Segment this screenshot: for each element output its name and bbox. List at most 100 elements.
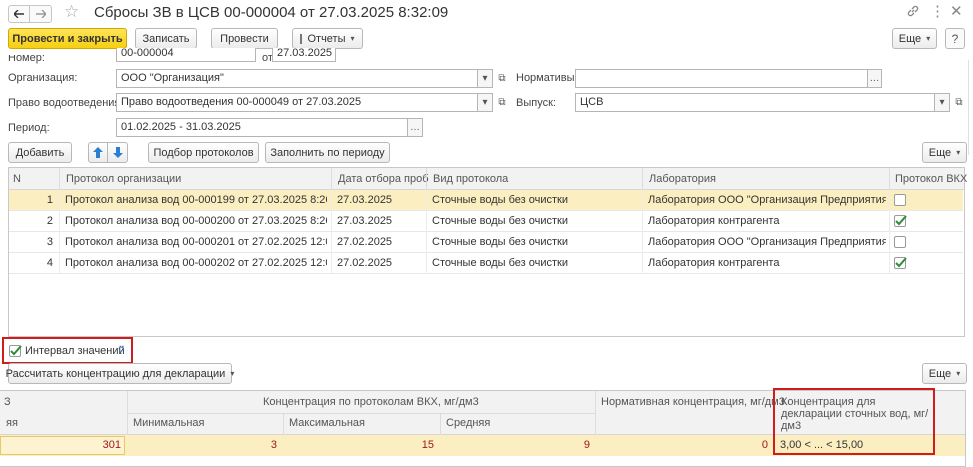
- reports-label: Отчеты: [307, 32, 346, 45]
- col-lab-header[interactable]: Лаборатория: [649, 173, 716, 185]
- cell-lab: Лаборатория ООО "Организация Предприятия…: [648, 236, 886, 248]
- more-menu-icon[interactable]: ⋮: [930, 2, 945, 20]
- link-icon[interactable]: [906, 4, 920, 21]
- right-label: Право водоотведения:: [8, 97, 124, 109]
- table-row[interactable]: 3 Протокол анализа вод 00-000201 от 27.02…: [9, 232, 963, 253]
- org-open-button[interactable]: ⧉: [494, 69, 510, 88]
- col-divider: [642, 190, 643, 274]
- decl-highlight: [773, 388, 935, 455]
- norm-select-button[interactable]: …: [867, 69, 882, 88]
- release-field[interactable]: ЦСВ: [575, 93, 935, 112]
- nav-back-button[interactable]: [8, 5, 30, 23]
- col-divider: [426, 190, 427, 274]
- help-button[interactable]: ?: [945, 28, 965, 49]
- conc-max-value: 15: [421, 439, 434, 451]
- col-divider: [331, 190, 332, 274]
- col-vkh-header[interactable]: Протокол ВКХ: [895, 173, 967, 185]
- reports-icon: [300, 33, 303, 44]
- conc-avg-header[interactable]: Средняя: [446, 417, 490, 429]
- table-row[interactable]: 2 Протокол анализа вод 00-000200 от 27.03…: [9, 211, 963, 232]
- right-dropdown-button[interactable]: ▾: [477, 93, 493, 112]
- move-up-button[interactable]: [88, 142, 108, 163]
- period-label: Период:: [8, 122, 50, 134]
- conc-norm-value: 0: [761, 439, 768, 451]
- post-and-close-button[interactable]: Провести и закрыть: [8, 28, 127, 49]
- col-divider: [331, 168, 332, 190]
- cell-lab: Лаборатория ООО "Организация Предприятия…: [648, 194, 886, 206]
- conc-left-header-bottom[interactable]: яя: [6, 417, 18, 429]
- number-field[interactable]: 00-000004: [116, 48, 256, 62]
- protocols-header: N Протокол организации Дата отбора проб …: [9, 168, 967, 190]
- table-row[interactable]: 1 Протокол анализа вод 00-000199 от 27.03…: [9, 190, 963, 211]
- release-label: Выпуск:: [516, 97, 556, 109]
- arrow-up-icon: [93, 147, 103, 158]
- checkmark-icon: [10, 345, 22, 356]
- col-n-header[interactable]: N: [13, 173, 21, 185]
- interval-help-icon[interactable]: ?: [118, 345, 124, 357]
- norm-field[interactable]: [575, 69, 868, 88]
- cell-type: Сточные воды без очистки: [432, 215, 568, 227]
- arrow-down-icon: [112, 147, 123, 158]
- col-divider: [642, 168, 643, 190]
- cell-date: 27.02.2025: [337, 257, 393, 269]
- proto-more-button[interactable]: Еще ▾: [922, 142, 967, 163]
- col-date-header[interactable]: Дата отбора проб: [338, 173, 429, 185]
- calc-label: Рассчитать концентрацию для декларации: [5, 367, 226, 380]
- cell-lab: Лаборатория контрагента: [648, 257, 780, 269]
- cell-date: 27.03.2025: [337, 194, 393, 206]
- conc-norm-header[interactable]: Нормативная концентрация, мг/дм3: [601, 396, 785, 408]
- cell-type: Сточные воды без очистки: [432, 194, 568, 206]
- table-row[interactable]: 4 Протокол анализа вод 00-000202 от 27.02…: [9, 253, 963, 274]
- fill-by-period-button[interactable]: Заполнить по периоду: [265, 142, 390, 163]
- scroll-divider: [968, 60, 969, 155]
- number-label: Номер:: [8, 52, 45, 64]
- date-field[interactable]: 27.03.2025 8:32:09: [272, 48, 336, 62]
- calc-more-button[interactable]: Еще ▾: [922, 363, 967, 384]
- col-protocol-header[interactable]: Протокол организации: [66, 173, 181, 185]
- vkh-checkbox[interactable]: [894, 236, 906, 248]
- conc-group-header[interactable]: Концентрация по протоколам ВКХ, мг/дм3: [263, 396, 479, 408]
- conc-left-header-top[interactable]: З: [4, 396, 11, 408]
- release-open-button[interactable]: ⧉: [951, 93, 967, 112]
- vkh-checkbox[interactable]: [894, 257, 907, 269]
- interval-checkbox[interactable]: [9, 345, 22, 357]
- chevron-down-icon: ▾: [956, 369, 961, 378]
- close-icon[interactable]: ✕: [950, 2, 963, 20]
- favorite-star-icon[interactable]: ☆: [64, 3, 79, 21]
- add-button[interactable]: Добавить: [8, 142, 72, 163]
- period-field[interactable]: 01.02.2025 - 31.03.2025: [116, 118, 408, 137]
- cell-n: 3: [46, 236, 53, 248]
- checkmark-icon: [895, 257, 907, 268]
- cell-n: 1: [46, 194, 53, 206]
- org-label: Организация:: [8, 72, 78, 84]
- chevron-down-icon: ▾: [926, 34, 931, 43]
- vkh-checkbox[interactable]: [894, 194, 906, 206]
- period-select-button[interactable]: …: [407, 118, 423, 137]
- right-open-button[interactable]: ⧉: [494, 93, 510, 112]
- col-divider: [440, 413, 441, 435]
- arrow-right-icon: [35, 10, 46, 18]
- select-protocols-button[interactable]: Подбор протоколов: [148, 142, 259, 163]
- write-button[interactable]: Записать: [135, 28, 197, 49]
- nav-forward-button[interactable]: [30, 5, 52, 23]
- chevron-down-icon: ▾: [230, 369, 235, 378]
- cell-lab: Лаборатория контрагента: [648, 215, 780, 227]
- more-button[interactable]: Еще ▾: [892, 28, 937, 49]
- conc-max-header[interactable]: Максимальная: [289, 417, 365, 429]
- post-button[interactable]: Провести: [211, 28, 278, 49]
- col-divider: [59, 168, 60, 190]
- conc-min-header[interactable]: Минимальная: [133, 417, 205, 429]
- right-field[interactable]: Право водоотведения 00-000049 от 27.03.2…: [116, 93, 478, 112]
- org-field[interactable]: ООО "Организация": [116, 69, 478, 88]
- cell-date: 27.03.2025: [337, 215, 393, 227]
- release-dropdown-button[interactable]: ▾: [934, 93, 950, 112]
- conc-group-divider: [127, 413, 595, 414]
- reports-button[interactable]: Отчеты ▾: [292, 28, 363, 49]
- move-down-button[interactable]: [108, 142, 128, 163]
- col-type-header[interactable]: Вид протокола: [433, 173, 508, 185]
- col-divider: [426, 168, 427, 190]
- interval-label[interactable]: Интервал значений: [25, 345, 125, 357]
- calc-concentration-button[interactable]: Рассчитать концентрацию для декларации ▾: [5, 363, 235, 384]
- vkh-checkbox[interactable]: [894, 215, 907, 227]
- org-dropdown-button[interactable]: ▾: [477, 69, 493, 88]
